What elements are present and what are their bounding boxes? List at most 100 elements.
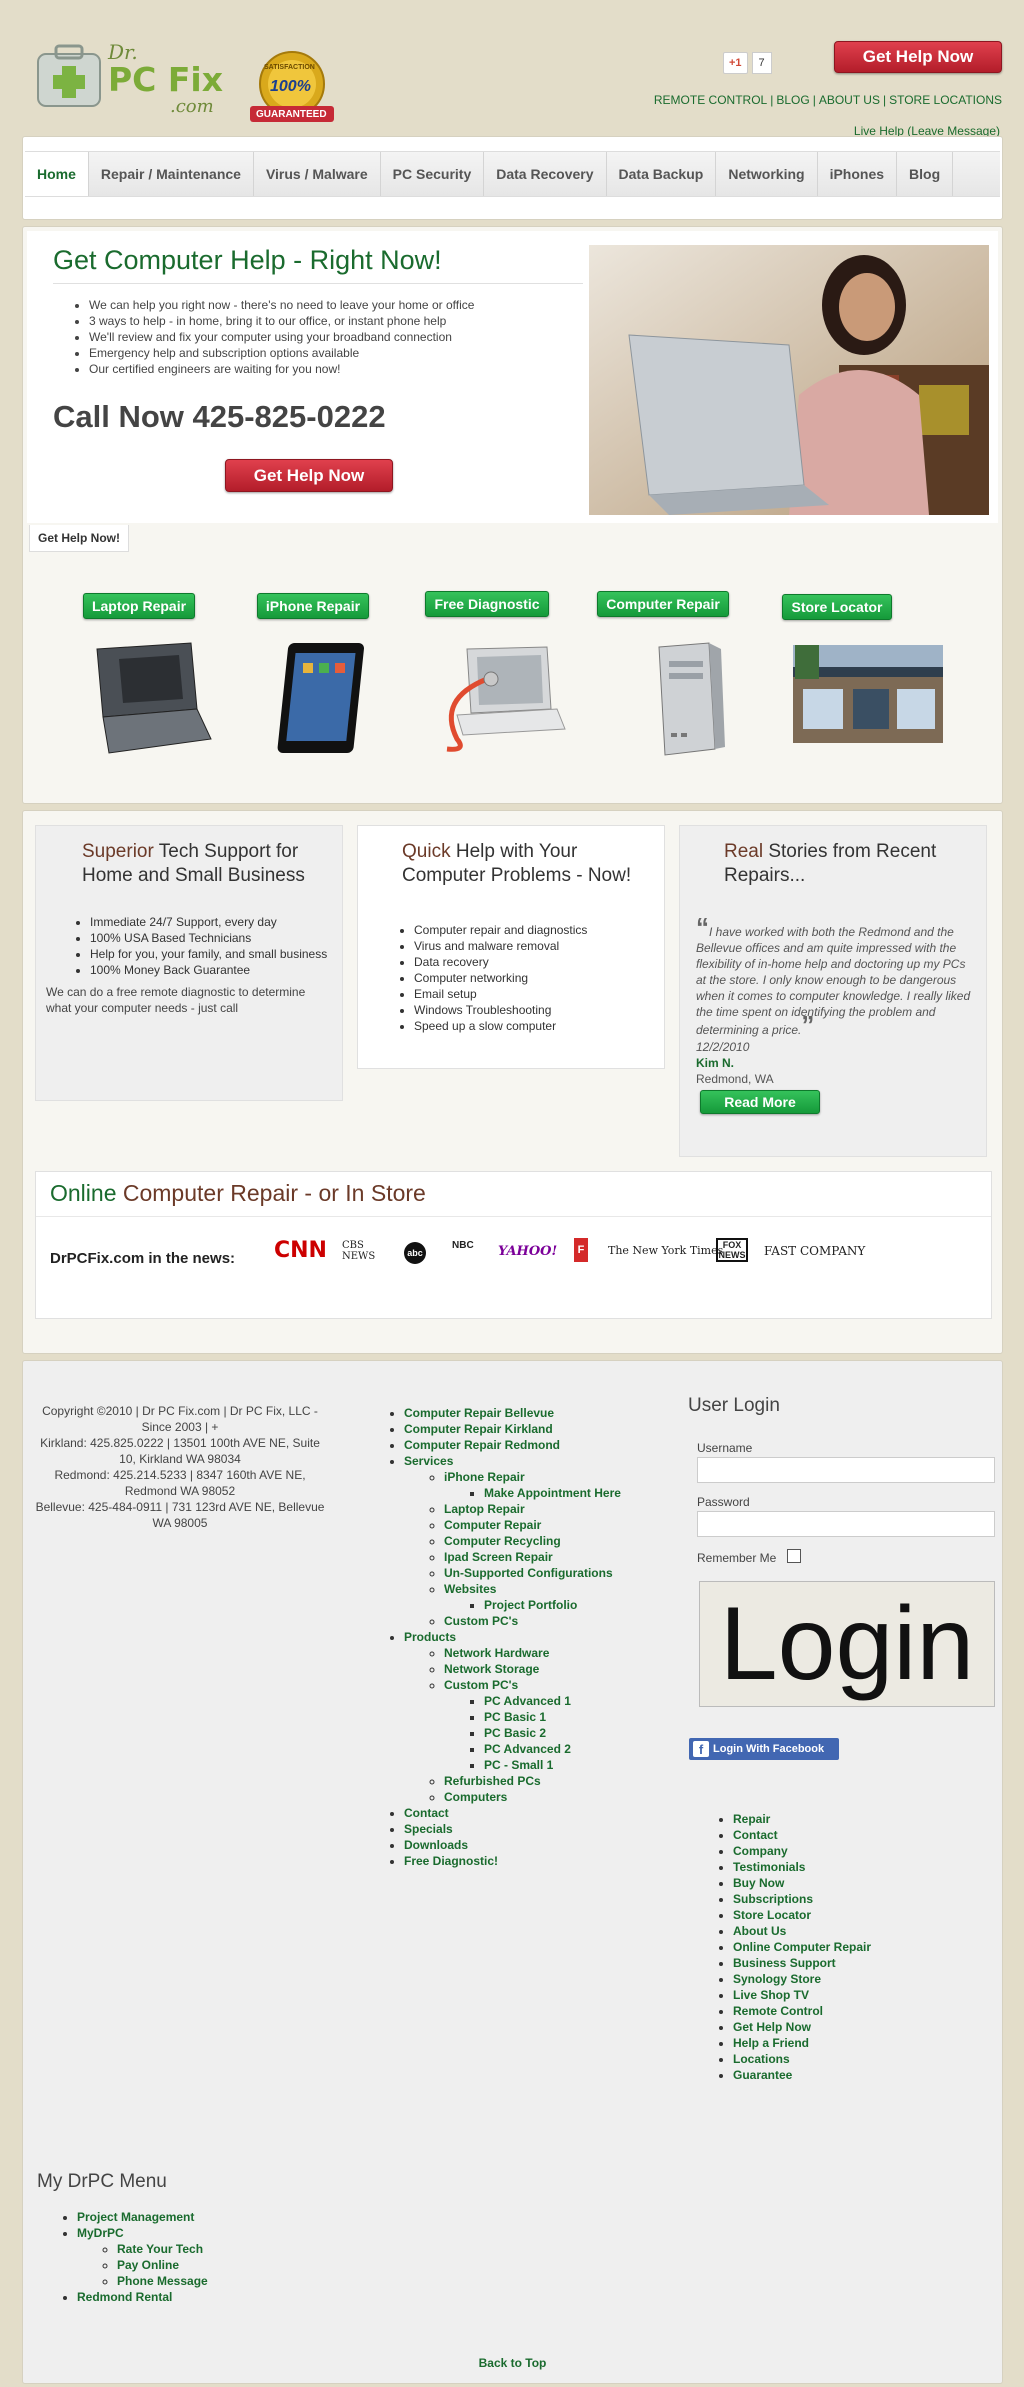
main-nav: Home Repair / Maintenance Virus / Malwar… [25, 151, 1000, 197]
nav-home[interactable]: Home [25, 152, 89, 196]
ipad-image[interactable] [275, 639, 371, 762]
footer-right-link[interactable]: Company [733, 1844, 788, 1858]
footer-link[interactable]: Un-Supported Configurations [444, 1566, 613, 1580]
footer-link[interactable]: PC Advanced 2 [484, 1742, 571, 1756]
nav-virus-malware[interactable]: Virus / Malware [254, 152, 381, 196]
footer-right-link[interactable]: Buy Now [733, 1876, 784, 1890]
get-help-now-button[interactable]: Get Help Now [834, 41, 1002, 73]
online-divider [36, 1216, 991, 1217]
footer-link[interactable]: Downloads [404, 1838, 468, 1852]
bellevue-address: Bellevue: 425-484-0911 | 731 123rd AVE N… [35, 1500, 325, 1530]
footer: Copyright ©2010 | Dr PC Fix.com | Dr PC … [22, 1360, 1003, 2384]
service-laptop: Laptop Repair [69, 593, 209, 619]
footer-right-link[interactable]: Help a Friend [733, 2036, 809, 2050]
footer-link[interactable]: Specials [404, 1822, 453, 1836]
footer-right-link[interactable]: Store Locator [733, 1908, 811, 1922]
footer-link[interactable]: Project Portfolio [484, 1598, 577, 1612]
about-us-link[interactable]: ABOUT US [819, 93, 880, 107]
footer-right-link[interactable]: Testimonials [733, 1860, 805, 1874]
remote-control-link[interactable]: REMOTE CONTROL [654, 93, 767, 107]
footer-right-link[interactable]: About Us [733, 1924, 786, 1938]
free-diagnostic-button[interactable]: Free Diagnostic [425, 591, 549, 617]
nav-data-backup[interactable]: Data Backup [607, 152, 717, 196]
footer-link[interactable]: Refurbished PCs [444, 1774, 541, 1788]
nav-blog[interactable]: Blog [897, 152, 954, 196]
footer-link[interactable]: PC Advanced 1 [484, 1694, 571, 1708]
footer-link[interactable]: Free Diagnostic! [404, 1854, 498, 1868]
footer-link[interactable]: PC Basic 1 [484, 1710, 546, 1724]
store-locations-link[interactable]: STORE LOCATIONS [889, 93, 1002, 107]
menu-link[interactable]: Pay Online [117, 2258, 179, 2272]
footer-right-link[interactable]: Guarantee [733, 2068, 792, 2082]
footer-link[interactable]: Make Appointment Here [484, 1486, 621, 1500]
footer-link[interactable]: Network Storage [444, 1662, 539, 1676]
footer-link[interactable]: Computer Repair Bellevue [404, 1406, 554, 1420]
testimonial-quote: “I have worked with both the Redmond and… [696, 912, 971, 1040]
diagnostic-image[interactable] [427, 639, 567, 760]
footer-right-link[interactable]: Online Computer Repair [733, 1940, 871, 1954]
footer-link[interactable]: Computers [444, 1790, 507, 1804]
footer-link[interactable]: Products [404, 1630, 456, 1644]
blog-link[interactable]: BLOG [776, 93, 809, 107]
hero-bullet: We can help you right now - there's no n… [89, 297, 474, 313]
login-button[interactable]: Login [699, 1581, 995, 1707]
footer-link[interactable]: Custom PC's [444, 1614, 518, 1628]
footer-right-link[interactable]: Remote Control [733, 2004, 823, 2018]
google-plus-button[interactable]: +1 [723, 52, 748, 74]
password-input[interactable] [697, 1511, 995, 1537]
remember-me-checkbox[interactable] [787, 1549, 801, 1563]
logo-name: PC Fix [108, 60, 224, 99]
footer-link[interactable]: Computer Repair Redmond [404, 1438, 560, 1452]
footer-link[interactable]: Network Hardware [444, 1646, 549, 1660]
iphone-repair-button[interactable]: iPhone Repair [256, 593, 370, 619]
menu-link[interactable]: Phone Message [117, 2274, 208, 2288]
computer-tower-image[interactable] [645, 639, 729, 762]
menu-link[interactable]: Redmond Rental [77, 2290, 172, 2304]
footer-link[interactable]: Computer Repair Kirkland [404, 1422, 553, 1436]
footer-link[interactable]: Ipad Screen Repair [444, 1550, 553, 1564]
back-to-top-link[interactable]: Back to Top [23, 2356, 1002, 2370]
footer-right-link[interactable]: Business Support [733, 1956, 836, 1970]
nav-networking[interactable]: Networking [716, 152, 818, 196]
store-locator-button[interactable]: Store Locator [782, 594, 892, 620]
footer-right-link[interactable]: Repair [733, 1812, 770, 1826]
site-logo[interactable]: Dr. PC Fix .com [34, 40, 239, 120]
hero-tab-get-help[interactable]: Get Help Now! [29, 525, 129, 552]
footer-link[interactable]: iPhone Repair [444, 1470, 525, 1484]
footer-right-link[interactable]: Locations [733, 2052, 790, 2066]
testimonial-name: Kim N. [696, 1056, 735, 1070]
hero-bullet: Our certified engineers are waiting for … [89, 361, 474, 377]
footer-link[interactable]: Computer Recycling [444, 1534, 561, 1548]
woman-laptop-photo [589, 245, 989, 515]
footer-link[interactable]: Laptop Repair [444, 1502, 525, 1516]
menu-link[interactable]: MyDrPC [77, 2226, 124, 2240]
footer-right-link[interactable]: Contact [733, 1828, 778, 1842]
nav-iphones[interactable]: iPhones [818, 152, 898, 196]
hero-get-help-button[interactable]: Get Help Now [225, 459, 393, 492]
laptop-image[interactable] [89, 639, 213, 760]
menu-link[interactable]: Rate Your Tech [117, 2242, 203, 2256]
nav-repair-maintenance[interactable]: Repair / Maintenance [89, 152, 254, 196]
footer-link[interactable]: Custom PC's [444, 1678, 518, 1692]
nav-data-recovery[interactable]: Data Recovery [484, 152, 607, 196]
footer-link[interactable]: Services [404, 1454, 453, 1468]
fox-news-logo: FOX NEWS [716, 1238, 748, 1262]
col-superior-title: Superior Tech Support for Home and Small… [82, 841, 305, 886]
footer-right-link[interactable]: Live Shop TV [733, 1988, 809, 2002]
footer-link[interactable]: Computer Repair [444, 1518, 541, 1532]
footer-link[interactable]: PC Basic 2 [484, 1726, 546, 1740]
store-photo[interactable] [793, 645, 943, 746]
computer-repair-button[interactable]: Computer Repair [597, 591, 729, 617]
facebook-login-button[interactable]: f Login With Facebook [689, 1738, 839, 1760]
footer-link[interactable]: Websites [444, 1582, 496, 1596]
footer-link[interactable]: Contact [404, 1806, 449, 1820]
nav-pc-security[interactable]: PC Security [381, 152, 485, 196]
footer-right-link[interactable]: Subscriptions [733, 1892, 813, 1906]
menu-link[interactable]: Project Management [77, 2210, 194, 2224]
username-input[interactable] [697, 1457, 995, 1483]
footer-right-link[interactable]: Get Help Now [733, 2020, 811, 2034]
laptop-repair-button[interactable]: Laptop Repair [82, 593, 196, 619]
footer-right-link[interactable]: Synology Store [733, 1972, 821, 1986]
footer-link[interactable]: PC - Small 1 [484, 1758, 553, 1772]
read-more-button[interactable]: Read More [700, 1090, 820, 1114]
